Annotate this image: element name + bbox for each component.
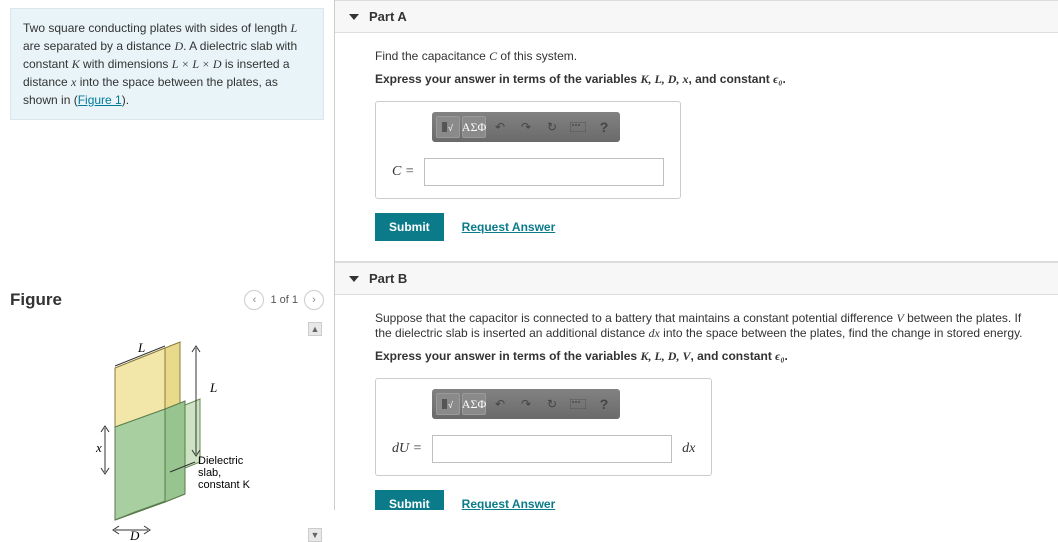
equation-lhs: dU = <box>392 441 422 457</box>
scroll-down-button[interactable]: ▼ <box>308 528 322 542</box>
part-b-header[interactable]: Part B <box>335 262 1058 295</box>
figure-prev-button[interactable]: ‹ <box>244 290 264 310</box>
part-b-answer-input[interactable] <box>432 435 672 463</box>
svg-text:slab,: slab, <box>198 467 221 479</box>
equation-toolbar: √ ΑΣΦ ↶ ↷ ↻ ? <box>432 112 620 142</box>
part-b-express: Express your answer in terms of the vari… <box>375 349 1040 364</box>
part-b-submit-button[interactable]: Submit <box>375 490 444 510</box>
figure-link[interactable]: Figure 1 <box>78 93 122 107</box>
part-a-request-answer[interactable]: Request Answer <box>462 220 556 234</box>
reset-button[interactable]: ↻ <box>540 393 564 415</box>
var-K: K <box>72 57 80 71</box>
part-a-prompt: Find the capacitance C of this system. <box>375 49 1040 64</box>
part-b-prompt: Suppose that the capacitor is connected … <box>375 311 1040 341</box>
problem-statement: Two square conducting plates with sides … <box>10 8 324 120</box>
capacitor-diagram: L L x D Dielectric slab, constant K <box>20 332 280 542</box>
svg-text:√: √ <box>448 400 453 410</box>
redo-button[interactable]: ↷ <box>514 116 538 138</box>
greek-button[interactable]: ΑΣΦ <box>462 116 486 138</box>
part-a-answer-input[interactable] <box>424 158 664 186</box>
problem-text: ). <box>122 93 129 107</box>
problem-text: are separated by a distance <box>23 39 174 53</box>
var-L: L <box>291 21 298 35</box>
caret-down-icon <box>349 276 359 282</box>
keyboard-button[interactable] <box>566 393 590 415</box>
figure-counter: 1 of 1 <box>270 294 298 306</box>
help-button[interactable]: ? <box>592 393 616 415</box>
svg-text:√: √ <box>448 123 453 133</box>
template-button[interactable]: √ <box>436 116 460 138</box>
undo-button[interactable]: ↶ <box>488 116 512 138</box>
var-D: D <box>174 39 183 53</box>
problem-text: Two square conducting plates with sides … <box>23 21 291 35</box>
redo-button[interactable]: ↷ <box>514 393 538 415</box>
svg-text:constant K: constant K <box>198 479 251 491</box>
part-b-title: Part B <box>369 271 407 286</box>
equation-suffix: dx <box>682 441 695 457</box>
figure-title: Figure <box>10 290 62 310</box>
equation-toolbar: √ ΑΣΦ ↶ ↷ ↻ ? <box>432 389 620 419</box>
part-a-answer-box: √ ΑΣΦ ↶ ↷ ↻ ? C = <box>375 101 681 199</box>
figure-image: ▲ ▼ L L x <box>10 322 324 542</box>
help-button[interactable]: ? <box>592 116 616 138</box>
figure-next-button[interactable]: › <box>304 290 324 310</box>
part-b-answer-box: √ ΑΣΦ ↶ ↷ ↻ ? dU = dx <box>375 378 712 476</box>
part-b-request-answer[interactable]: Request Answer <box>462 497 556 510</box>
var-dims: L × L × D <box>172 57 222 71</box>
part-a-header[interactable]: Part A <box>335 0 1058 33</box>
template-button[interactable]: √ <box>436 393 460 415</box>
part-a-submit-button[interactable]: Submit <box>375 213 444 241</box>
reset-button[interactable]: ↻ <box>540 116 564 138</box>
caret-down-icon <box>349 14 359 20</box>
greek-button[interactable]: ΑΣΦ <box>462 393 486 415</box>
scroll-up-button[interactable]: ▲ <box>308 322 322 336</box>
svg-text:Dielectric: Dielectric <box>198 455 244 467</box>
svg-text:L: L <box>209 380 217 395</box>
keyboard-button[interactable] <box>566 116 590 138</box>
undo-button[interactable]: ↶ <box>488 393 512 415</box>
svg-text:x: x <box>95 440 102 455</box>
part-a-express: Express your answer in terms of the vari… <box>375 72 1040 87</box>
problem-text: with dimensions <box>80 57 172 71</box>
svg-text:L: L <box>137 340 145 355</box>
part-a-title: Part A <box>369 9 407 24</box>
equation-lhs: C = <box>392 164 414 180</box>
